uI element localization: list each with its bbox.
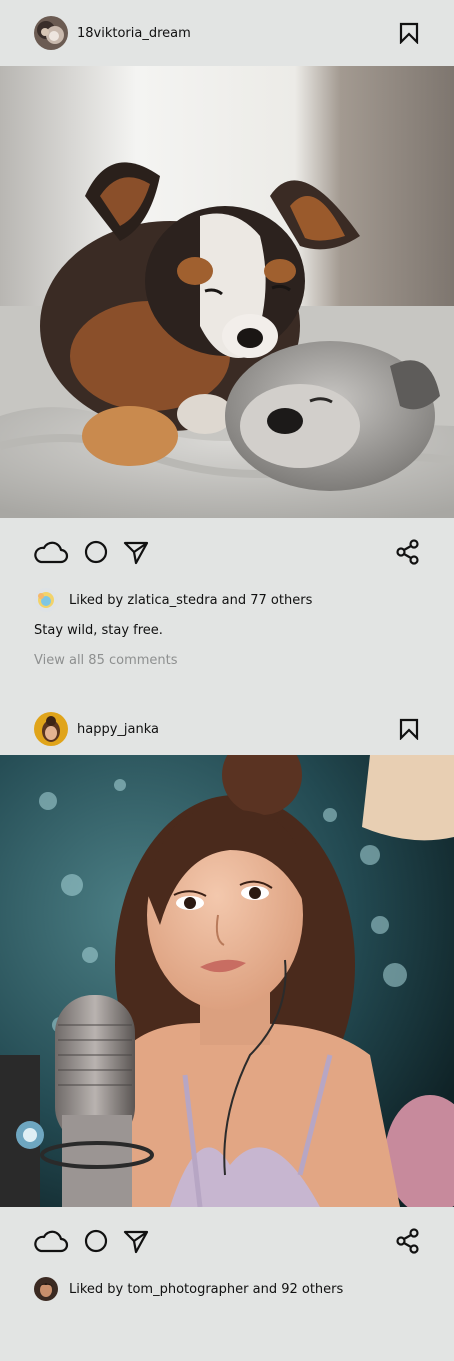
cloud-icon[interactable] [33, 1228, 69, 1254]
user-avatar[interactable] [34, 16, 68, 50]
view-comments-link[interactable]: View all 85 comments [0, 648, 454, 674]
post-photo[interactable] [0, 755, 454, 1207]
liker-avatar[interactable] [34, 1277, 58, 1301]
share-icon[interactable] [395, 1228, 421, 1254]
send-arrow-icon[interactable] [123, 539, 149, 565]
share-icon[interactable] [395, 539, 421, 565]
circle-icon[interactable] [83, 539, 109, 565]
post-spacer [0, 674, 454, 703]
likes-row: Liked by zlatica_stedra and 77 others [0, 586, 454, 614]
post-actions [0, 518, 454, 586]
post-2: happy_janka Liked by tom_photographer an… [0, 703, 454, 1303]
likes-text[interactable]: Liked by zlatica_stedra and 77 others [69, 593, 312, 608]
user-avatar[interactable] [34, 712, 68, 746]
likes-row: Liked by tom_photographer and 92 others [0, 1275, 454, 1303]
bookmark-icon[interactable] [398, 21, 420, 45]
post-photo[interactable] [0, 66, 454, 518]
post-username[interactable]: happy_janka [77, 722, 159, 737]
post-caption: Stay wild, stay free. [34, 623, 163, 638]
post-actions [0, 1207, 454, 1275]
post-1: 18viktoria_dream Liked by zlatica_stedra… [0, 0, 454, 674]
liker-avatar[interactable] [34, 588, 58, 612]
likes-text[interactable]: Liked by tom_photographer and 92 others [69, 1282, 343, 1297]
send-arrow-icon[interactable] [123, 1228, 149, 1254]
post-username[interactable]: 18viktoria_dream [77, 26, 191, 41]
post-header: happy_janka [0, 703, 454, 755]
post-header: 18viktoria_dream [0, 0, 454, 66]
cloud-icon[interactable] [33, 539, 69, 565]
circle-icon[interactable] [83, 1228, 109, 1254]
bookmark-icon[interactable] [398, 717, 420, 741]
